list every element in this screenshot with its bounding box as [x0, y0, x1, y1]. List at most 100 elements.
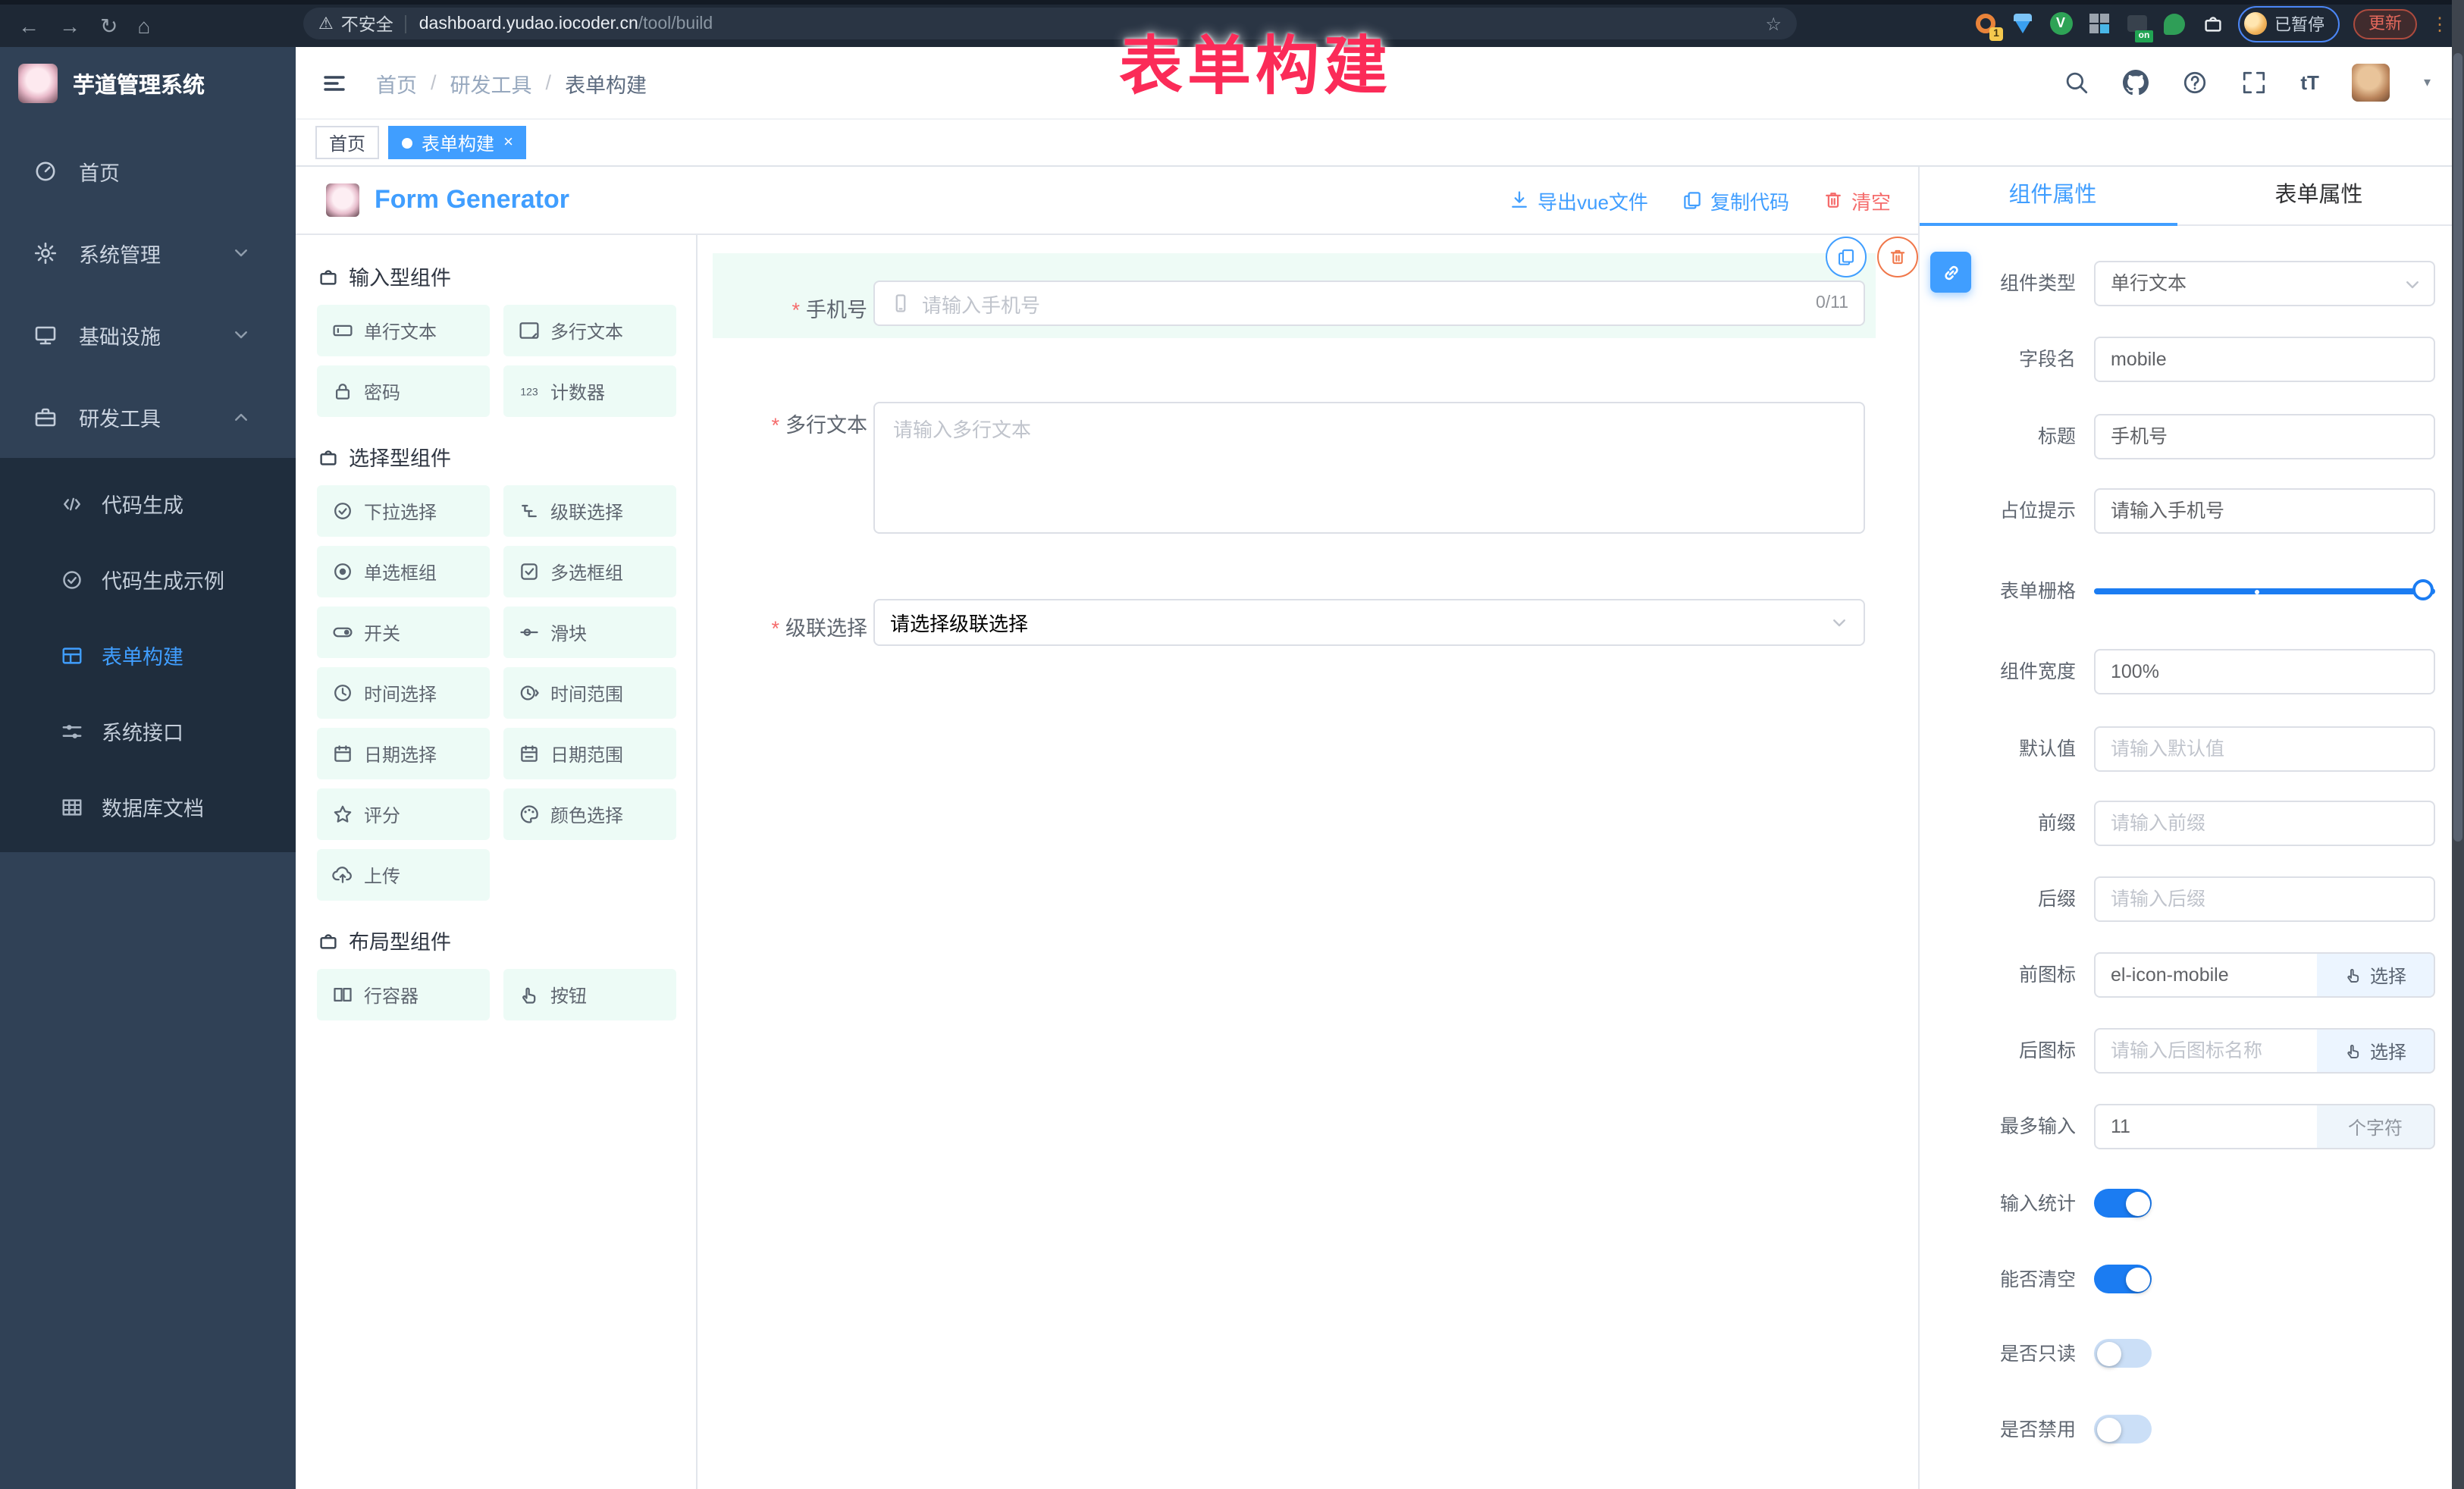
- home-icon[interactable]: ⌂: [137, 14, 150, 38]
- component-item-日期选择[interactable]: 日期选择: [317, 728, 490, 779]
- property-row-组件类型: 组件类型单行文本: [1920, 261, 2453, 306]
- browser-update-button[interactable]: 更新: [2353, 8, 2417, 39]
- component-item-级联选择[interactable]: 级联选择: [503, 485, 676, 537]
- property-input-前图标[interactable]: el-icon-mobile: [2094, 952, 2318, 998]
- browser-menu-icon[interactable]: ⋮: [2431, 14, 2449, 33]
- copy-icon: [1682, 190, 1703, 211]
- fullscreen-icon[interactable]: [2241, 70, 2267, 96]
- property-input-后缀[interactable]: 请输入后缀: [2094, 876, 2435, 922]
- property-input-占位提示[interactable]: 请输入手机号: [2094, 488, 2435, 534]
- action-导出vue文件[interactable]: 导出vue文件: [1509, 186, 1648, 215]
- tag-close-icon[interactable]: ×: [503, 134, 513, 151]
- select-icon-button[interactable]: 选择: [2317, 1028, 2435, 1074]
- switch-输入统计[interactable]: [2094, 1189, 2152, 1218]
- switch-knob: [2125, 1267, 2149, 1291]
- hamburger-icon[interactable]: [320, 71, 349, 95]
- component-item-滑块[interactable]: 滑块: [503, 607, 676, 658]
- textarea-field[interactable]: 请输入多行文本: [873, 402, 1865, 534]
- property-input-字段名[interactable]: mobile: [2094, 337, 2435, 382]
- switch-是否禁用[interactable]: [2094, 1415, 2152, 1444]
- sidebar-subitem-代码生成示例[interactable]: 代码生成示例: [0, 541, 296, 617]
- breadcrumb-item[interactable]: 首页: [376, 67, 417, 98]
- sidebar-subitem-表单构建[interactable]: 表单构建: [0, 617, 296, 693]
- component-item-计数器[interactable]: 计数器: [503, 365, 676, 417]
- property-input-前缀[interactable]: 请输入前缀: [2094, 801, 2435, 846]
- component-item-时间选择[interactable]: 时间选择: [317, 667, 490, 719]
- component-item-评分[interactable]: 评分: [317, 788, 490, 840]
- link-toggle-button[interactable]: [1930, 252, 1971, 293]
- sidebar-subitem-数据库文档[interactable]: 数据库文档: [0, 769, 296, 845]
- form-canvas[interactable]: *手机号请输入手机号0/11*多行文本请输入多行文本*级联选择请选择级联选择: [698, 235, 1918, 1489]
- cascader-field[interactable]: 请选择级联选择: [873, 599, 1865, 646]
- sidebar-subitem-label: 系统接口: [102, 716, 183, 746]
- property-input-默认值[interactable]: 请输入默认值: [2094, 726, 2435, 772]
- extension-on-badge: on: [2135, 30, 2153, 42]
- property-input-组件宽度[interactable]: 100%: [2094, 649, 2435, 694]
- component-item-label: 上传: [364, 862, 400, 888]
- component-item-上传[interactable]: 上传: [317, 849, 490, 901]
- ext-green-icon[interactable]: V: [2049, 11, 2073, 36]
- help-icon[interactable]: [2182, 70, 2208, 96]
- sidebar-subitem-代码生成[interactable]: 代码生成: [0, 466, 296, 541]
- select-icon-button[interactable]: 选择: [2317, 952, 2435, 998]
- page-scrollbar[interactable]: [2452, 0, 2464, 1489]
- component-item-多选框组[interactable]: 多选框组: [503, 546, 676, 597]
- component-item-开关[interactable]: 开关: [317, 607, 490, 658]
- switch-knob: [2125, 1191, 2149, 1215]
- ext-blue-icon[interactable]: [2011, 11, 2035, 36]
- sidebar-item-基础设施[interactable]: 基础设施: [0, 294, 296, 376]
- component-item-颜色选择[interactable]: 颜色选择: [503, 788, 676, 840]
- grid-slider[interactable]: [2094, 588, 2435, 594]
- component-item-多行文本[interactable]: 多行文本: [503, 305, 676, 356]
- ext-puzzle-icon[interactable]: [2200, 11, 2224, 36]
- switch-是否只读[interactable]: [2094, 1339, 2152, 1368]
- component-item-密码[interactable]: 密码: [317, 365, 490, 417]
- sidebar-subitem-系统接口[interactable]: 系统接口: [0, 693, 296, 769]
- ext-grid-icon[interactable]: [2086, 11, 2111, 36]
- component-item-单行文本[interactable]: 单行文本: [317, 305, 490, 356]
- sidebar-item-研发工具[interactable]: 研发工具: [0, 376, 296, 458]
- breadcrumb-item[interactable]: 研发工具: [450, 67, 532, 98]
- url-bar[interactable]: ⚠ 不安全 dashboard.yudao.iocoder.cn/tool/bu…: [303, 8, 1797, 39]
- component-item-下拉选择[interactable]: 下拉选择: [317, 485, 490, 537]
- avatar-caret-icon[interactable]: ▾: [2424, 74, 2431, 91]
- ext-on-icon[interactable]: on: [2124, 11, 2149, 36]
- reload-icon[interactable]: ↻: [100, 13, 118, 39]
- user-avatar[interactable]: [2353, 64, 2390, 102]
- forward-icon[interactable]: →: [59, 14, 80, 38]
- sidebar-item-首页[interactable]: 首页: [0, 130, 296, 212]
- scrollbar-thumb[interactable]: [2453, 53, 2462, 842]
- property-label: 后缀: [1920, 876, 2076, 922]
- component-item-label: 按钮: [550, 982, 587, 1008]
- sidebar-item-系统管理[interactable]: 系统管理: [0, 212, 296, 294]
- github-icon[interactable]: [2123, 70, 2149, 96]
- search-icon[interactable]: [2064, 70, 2089, 96]
- slider-handle[interactable]: [2412, 579, 2434, 600]
- component-item-日期范围[interactable]: 日期范围: [503, 728, 676, 779]
- property-input-后图标[interactable]: 请输入后图标名称: [2094, 1028, 2318, 1074]
- browser-profile-chip[interactable]: 已暂停: [2238, 5, 2340, 42]
- tab-表单属性[interactable]: 表单属性: [2186, 167, 2452, 224]
- property-input-最多输入[interactable]: 11: [2094, 1104, 2318, 1149]
- ext-orange-icon[interactable]: 1: [1973, 11, 1997, 36]
- tag-首页[interactable]: 首页: [315, 126, 379, 159]
- property-input-标题[interactable]: 手机号: [2094, 414, 2435, 459]
- property-select-组件类型[interactable]: 单行文本: [2094, 261, 2435, 306]
- tag-表单构建[interactable]: 表单构建×: [388, 126, 527, 159]
- bookmark-star-icon[interactable]: ☆: [1765, 13, 1782, 34]
- copy-field-button[interactable]: [1826, 237, 1867, 277]
- component-item-按钮[interactable]: 按钮: [503, 969, 676, 1020]
- component-item-单选框组[interactable]: 单选框组: [317, 546, 490, 597]
- mobile-input[interactable]: 请输入手机号0/11: [873, 281, 1865, 326]
- component-item-行容器[interactable]: 行容器: [317, 969, 490, 1020]
- delete-field-button[interactable]: [1877, 237, 1918, 277]
- back-icon[interactable]: ←: [18, 14, 39, 38]
- switch-能否清空[interactable]: [2094, 1265, 2152, 1293]
- font-size-icon[interactable]: tT: [2300, 71, 2319, 94]
- component-item-时间范围[interactable]: 时间范围: [503, 667, 676, 719]
- action-复制代码[interactable]: 复制代码: [1682, 186, 1789, 215]
- section-title: 输入型组件: [349, 261, 451, 291]
- ext-leaf-icon[interactable]: [2162, 11, 2187, 36]
- action-清空[interactable]: 清空: [1823, 186, 1891, 215]
- tab-组件属性[interactable]: 组件属性: [1920, 167, 2186, 224]
